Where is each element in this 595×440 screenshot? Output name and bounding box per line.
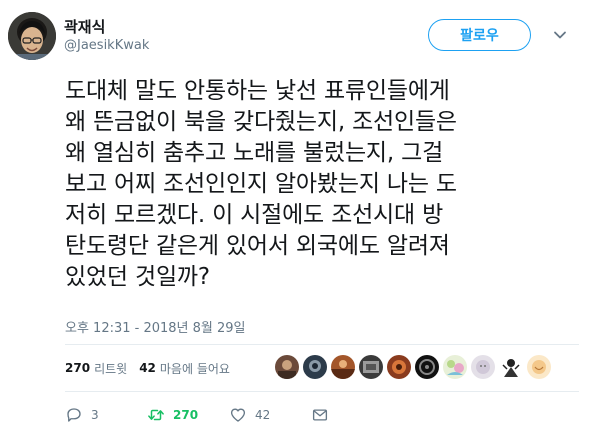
likes-count[interactable]: 42 bbox=[139, 361, 156, 375]
tweet-timestamp[interactable]: 오후 12:31 - 2018년 8월 29일 bbox=[65, 317, 246, 336]
retweet-icon[interactable] bbox=[147, 406, 165, 424]
reply-action[interactable]: 3 bbox=[65, 406, 147, 424]
engagement-stats: 270 리트윗 42 마음에 들어요 bbox=[65, 358, 242, 378]
liker-avatar[interactable] bbox=[443, 355, 467, 379]
tweet-actions: 3 270 42 bbox=[65, 405, 329, 425]
avatar-2-icon bbox=[303, 355, 327, 379]
liker-avatar[interactable] bbox=[303, 355, 327, 379]
message-action[interactable] bbox=[311, 406, 329, 424]
divider bbox=[65, 391, 579, 392]
avatar-3-icon bbox=[331, 355, 355, 379]
liker-avatar[interactable] bbox=[415, 355, 439, 379]
liker-avatar[interactable] bbox=[527, 355, 551, 379]
avatar-4-icon bbox=[359, 355, 383, 379]
avatar-image-icon bbox=[8, 12, 56, 60]
envelope-icon[interactable] bbox=[311, 406, 329, 424]
retweet-count: 270 bbox=[173, 408, 199, 422]
retweets-label[interactable]: 리트윗 bbox=[94, 360, 127, 377]
liker-avatar[interactable] bbox=[499, 355, 523, 379]
retweets-count[interactable]: 270 bbox=[65, 361, 90, 375]
avatar-6-icon bbox=[415, 355, 439, 379]
author-handle[interactable]: @JaesikKwak bbox=[64, 38, 149, 53]
tweet: 곽재식 @JaesikKwak 팔로우 도대체 말도 안통하는 낯선 표류인들에… bbox=[0, 0, 595, 440]
author-avatar[interactable] bbox=[8, 12, 56, 60]
liker-avatar[interactable] bbox=[331, 355, 355, 379]
reply-icon[interactable] bbox=[65, 406, 83, 424]
follow-button[interactable]: 팔로우 bbox=[428, 19, 531, 51]
avatar-9-icon bbox=[499, 355, 523, 379]
heart-icon[interactable] bbox=[229, 406, 247, 424]
avatar-7-icon bbox=[443, 355, 467, 379]
liker-avatar[interactable] bbox=[471, 355, 495, 379]
avatar-8-icon bbox=[471, 355, 495, 379]
liker-avatar[interactable] bbox=[275, 355, 299, 379]
likes-label[interactable]: 마음에 들어요 bbox=[160, 360, 230, 377]
author-name[interactable]: 곽재식 bbox=[64, 16, 105, 37]
avatar-1-icon bbox=[275, 355, 299, 379]
like-count: 42 bbox=[255, 408, 271, 422]
liker-avatar[interactable] bbox=[359, 355, 383, 379]
retweet-action[interactable]: 270 bbox=[147, 406, 229, 424]
like-action[interactable]: 42 bbox=[229, 406, 311, 424]
tweet-text: 도대체 말도 안통하는 낯선 표류인들에게 왜 뜬금없이 북을 갖다줬는지, 조… bbox=[65, 78, 457, 290]
avatar-10-icon bbox=[527, 355, 551, 379]
likers-list bbox=[275, 355, 555, 379]
chevron-down-icon[interactable] bbox=[553, 28, 567, 42]
liker-avatar[interactable] bbox=[387, 355, 411, 379]
avatar-5-icon bbox=[387, 355, 411, 379]
divider bbox=[65, 344, 579, 345]
reply-count: 3 bbox=[91, 408, 99, 422]
